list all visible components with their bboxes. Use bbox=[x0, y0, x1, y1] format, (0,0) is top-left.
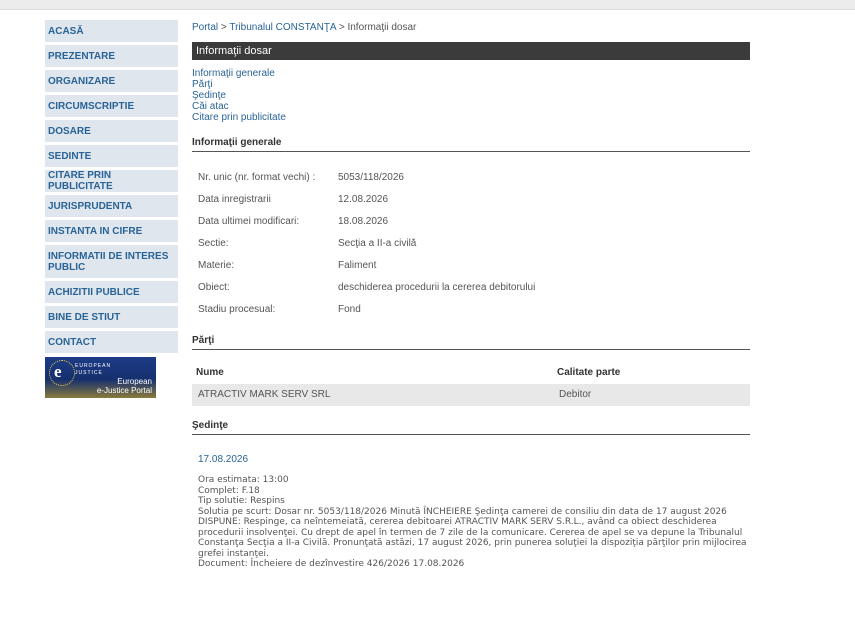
info-row: Nr. unic (nr. format vechi) : 5053/118/20… bbox=[192, 167, 750, 189]
info-value: Fond bbox=[338, 304, 361, 315]
column-header-calitate: Calitate parte bbox=[557, 367, 621, 378]
e-justice-portal-banner[interactable]: e EUROPEAN JUSTICE European e-Justice Po… bbox=[45, 357, 156, 398]
sidebar-item-organizare[interactable]: ORGANIZARE bbox=[45, 70, 178, 92]
banner-text-european: EUROPEAN bbox=[75, 363, 112, 369]
party-name: ATRACTIV MARK SERV SRL bbox=[198, 389, 331, 400]
sidebar-item-sedinte[interactable]: SEDINTE bbox=[45, 145, 178, 167]
table-row: ATRACTIV MARK SERV SRL Debitor bbox=[192, 384, 750, 406]
info-row: Obiect: deschiderea procedurii la cererea… bbox=[192, 277, 750, 299]
sidebar-item-acasa[interactable]: ACASĂ bbox=[45, 20, 178, 42]
info-value: 5053/118/2026 bbox=[338, 172, 404, 183]
party-role: Debitor bbox=[559, 389, 592, 400]
info-label: Data ultimei modificari: bbox=[198, 216, 300, 227]
main-content: Portal > Tribunalul CONSTANŢA > Informaţ… bbox=[192, 20, 750, 570]
hearing-line: Document: Încheiere de dezînvestire 426/… bbox=[198, 559, 465, 569]
breadcrumb: Portal > Tribunalul CONSTANŢA > Informaţ… bbox=[192, 20, 750, 36]
sidebar-nav: ACASĂ PREZENTARE ORGANIZARE CIRCUMSCRIPT… bbox=[45, 20, 178, 398]
parti-table-header: Nume Calitate parte bbox=[192, 362, 750, 384]
hearing-line: DISPUNE: Respinge, ca neîntemeiată, cere… bbox=[198, 517, 747, 559]
info-label: Stadiu procesual: bbox=[198, 304, 276, 315]
info-value: deschiderea procedurii la cererea debito… bbox=[338, 282, 536, 293]
e-logo-icon: e bbox=[54, 362, 62, 381]
info-row: Data ultimei modificari: 18.08.2026 bbox=[192, 211, 750, 233]
browser-top-strip bbox=[0, 0, 855, 10]
section-heading-sedinte: Şedinţe bbox=[192, 420, 750, 435]
hearing-date: 17.08.2026 bbox=[198, 454, 249, 465]
info-row: Stadiu procesual: Fond bbox=[192, 299, 750, 321]
section-heading-parti: Părţi bbox=[192, 335, 750, 350]
hearing-line: Complet: F.18 bbox=[198, 485, 260, 496]
section-anchor-links: Informaţii generale Părţi Şedinţe Căi at… bbox=[192, 68, 750, 123]
info-row: Sectie: Secţia a II-a civilă bbox=[192, 233, 750, 255]
sidebar-item-contact[interactable]: CONTACT bbox=[45, 331, 178, 353]
sidebar-item-achizitii-publice[interactable]: ACHIZITII PUBLICE bbox=[45, 281, 178, 303]
info-label: Sectie: bbox=[198, 238, 229, 249]
anchor-citare[interactable]: Citare prin publicitate bbox=[192, 112, 750, 123]
info-value: Secţia a II-a civilă bbox=[338, 238, 417, 249]
info-row: Materie: Faliment bbox=[192, 255, 750, 277]
banner-text-european-big: European bbox=[117, 377, 152, 386]
section-heading-general: Informaţii generale bbox=[192, 137, 750, 152]
column-header-nume: Nume bbox=[196, 367, 224, 378]
info-label: Obiect: bbox=[198, 282, 230, 293]
hearing-line: Tip solutie: Respins bbox=[198, 496, 285, 506]
info-label: Materie: bbox=[198, 260, 235, 271]
breadcrumb-current: Informaţii dosar bbox=[347, 22, 417, 33]
info-value: 12.08.2026 bbox=[338, 194, 389, 205]
breadcrumb-court-link[interactable]: Tribunalul CONSTANŢA bbox=[229, 22, 336, 33]
hearing-line: Ora estimata: 13:00 bbox=[198, 475, 289, 485]
info-label: Data inregistrarii bbox=[198, 194, 271, 205]
anchor-sedinte[interactable]: Şedinţe bbox=[192, 90, 750, 101]
info-value: 18.08.2026 bbox=[338, 216, 389, 227]
breadcrumb-separator: > bbox=[338, 22, 345, 33]
info-row: Data inregistrarii 12.08.2026 bbox=[192, 189, 750, 211]
sidebar-item-citare[interactable]: CITARE PRIN PUBLICITATE bbox=[45, 170, 178, 192]
anchor-cai-atac[interactable]: Căi atac bbox=[192, 101, 750, 112]
sidebar-item-bine-de-stiut[interactable]: BINE DE STIUT bbox=[45, 306, 178, 328]
eu-stars-icon bbox=[49, 360, 75, 386]
banner-text-justice: JUSTICE bbox=[75, 370, 103, 376]
general-info-table: Nr. unic (nr. format vechi) : 5053/118/20… bbox=[192, 167, 750, 321]
sidebar-item-circumscriptie[interactable]: CIRCUMSCRIPTIE bbox=[45, 95, 178, 117]
hearing-line: Solutia pe scurt: Dosar nr. 5053/118/202… bbox=[198, 506, 727, 517]
info-value: Faliment bbox=[338, 260, 377, 271]
banner-text-portal: e-Justice Portal bbox=[96, 386, 152, 395]
hearing-details: Ora estimata: 13:00 Complet: F.18 Tip so… bbox=[192, 475, 750, 570]
breadcrumb-separator: > bbox=[220, 22, 227, 33]
breadcrumb-portal-link[interactable]: Portal bbox=[192, 22, 218, 33]
sidebar-item-jurisprudenta[interactable]: JURISPRUDENTA bbox=[45, 195, 178, 217]
page-title: Informaţii dosar bbox=[192, 42, 750, 60]
sidebar-item-prezentare[interactable]: PREZENTARE bbox=[45, 45, 178, 67]
sidebar-item-instanta-in-cifre[interactable]: INSTANTA IN CIFRE bbox=[45, 220, 178, 242]
anchor-parti[interactable]: Părţi bbox=[192, 79, 750, 90]
sidebar-item-dosare[interactable]: DOSARE bbox=[45, 120, 178, 142]
anchor-informatii-generale[interactable]: Informaţii generale bbox=[192, 68, 750, 79]
info-label: Nr. unic (nr. format vechi) : bbox=[198, 172, 316, 183]
sidebar-item-informatii-interes-public[interactable]: INFORMATII DE INTERES PUBLIC bbox=[45, 245, 178, 278]
